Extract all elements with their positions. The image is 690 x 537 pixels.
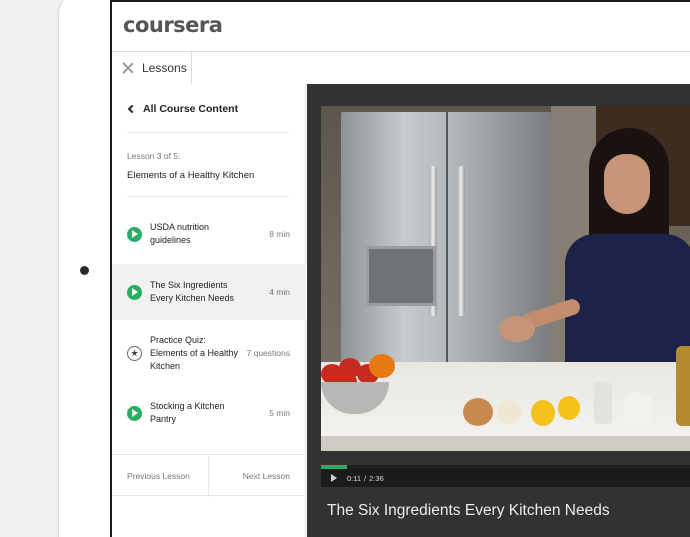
divider xyxy=(127,196,289,197)
star-icon: ★ xyxy=(127,345,142,361)
close-icon[interactable] xyxy=(122,62,134,74)
current-time: 0:11 xyxy=(347,473,362,483)
counter-edge xyxy=(321,436,690,451)
play-icon xyxy=(127,226,142,242)
screen-bezel-edge xyxy=(110,0,112,537)
camera-dot xyxy=(80,266,89,275)
water-dispenser xyxy=(366,246,436,306)
video-player: 0:11 / 2:36 The Six Ingredients Every Ki… xyxy=(307,84,690,537)
tab-bar: Lessons xyxy=(110,52,690,84)
list-item-practice-quiz[interactable]: ★ Practice Quiz: Elements of a Healthy K… xyxy=(110,330,306,376)
item-duration: 5 min xyxy=(269,408,290,418)
divider xyxy=(127,132,289,133)
item-label: Stocking a Kitchen Pantry xyxy=(150,401,225,424)
salt-shaker xyxy=(594,382,612,424)
onion xyxy=(463,398,493,426)
item-label: USDA nutrition guidelines xyxy=(150,222,210,245)
next-lesson-link[interactable]: Next Lesson xyxy=(243,471,290,481)
video-frame[interactable] xyxy=(321,106,690,451)
lemon xyxy=(531,400,555,426)
tab-lessons[interactable]: Lessons xyxy=(110,52,192,84)
orange xyxy=(369,354,395,378)
time-separator: / xyxy=(364,473,367,483)
presenter-hand xyxy=(499,316,535,342)
presenter-face xyxy=(604,154,650,214)
top-bar: coursera xyxy=(110,0,690,52)
screen: coursera Lessons All Course Content Less… xyxy=(110,0,690,537)
video-title: The Six Ingredients Every Kitchen Needs xyxy=(327,502,610,519)
garlic xyxy=(497,400,521,424)
all-course-content-link[interactable]: All Course Content xyxy=(127,103,238,115)
play-icon xyxy=(127,405,142,421)
lesson-pager: Previous Lesson Next Lesson xyxy=(110,454,306,497)
list-item-usda-nutrition[interactable]: USDA nutrition guidelines 8 min xyxy=(110,218,306,250)
pepper-mill xyxy=(623,392,653,426)
chevron-left-icon xyxy=(127,104,137,114)
item-label: Practice Quiz: Elements of a Healthy Kit… xyxy=(150,334,239,371)
lesson-sidebar: All Course Content Lesson 3 of 5: Elemen… xyxy=(110,84,306,537)
item-duration: 4 min xyxy=(269,287,290,297)
list-item-six-ingredients[interactable]: The Six Ingredients Every Kitchen Needs … xyxy=(110,264,306,320)
lemon xyxy=(558,396,580,420)
back-label: All Course Content xyxy=(143,103,239,115)
duration: 2:36 xyxy=(369,473,384,483)
pager-divider xyxy=(208,455,209,497)
item-question-count: 7 questions xyxy=(246,348,290,358)
coursera-logo[interactable]: coursera xyxy=(123,13,223,37)
player-controls: 0:11 / 2:36 xyxy=(321,469,690,487)
lesson-number: Lesson 3 of 5: xyxy=(127,151,181,161)
play-icon[interactable] xyxy=(331,474,337,482)
previous-lesson-link[interactable]: Previous Lesson xyxy=(127,471,190,481)
item-label: The Six Ingredients Every Kitchen Needs xyxy=(150,280,235,303)
lesson-title: Elements of a Healthy Kitchen xyxy=(127,170,255,181)
oil-bottle xyxy=(676,346,690,426)
list-item-stocking-pantry[interactable]: Stocking a Kitchen Pantry 5 min xyxy=(110,398,306,428)
play-icon xyxy=(127,284,142,300)
refrigerator-split xyxy=(446,112,448,402)
item-duration: 8 min xyxy=(269,229,290,239)
refrigerator-handle xyxy=(457,166,465,316)
tab-label: Lessons xyxy=(142,61,187,75)
screen-bezel-edge xyxy=(110,0,690,2)
